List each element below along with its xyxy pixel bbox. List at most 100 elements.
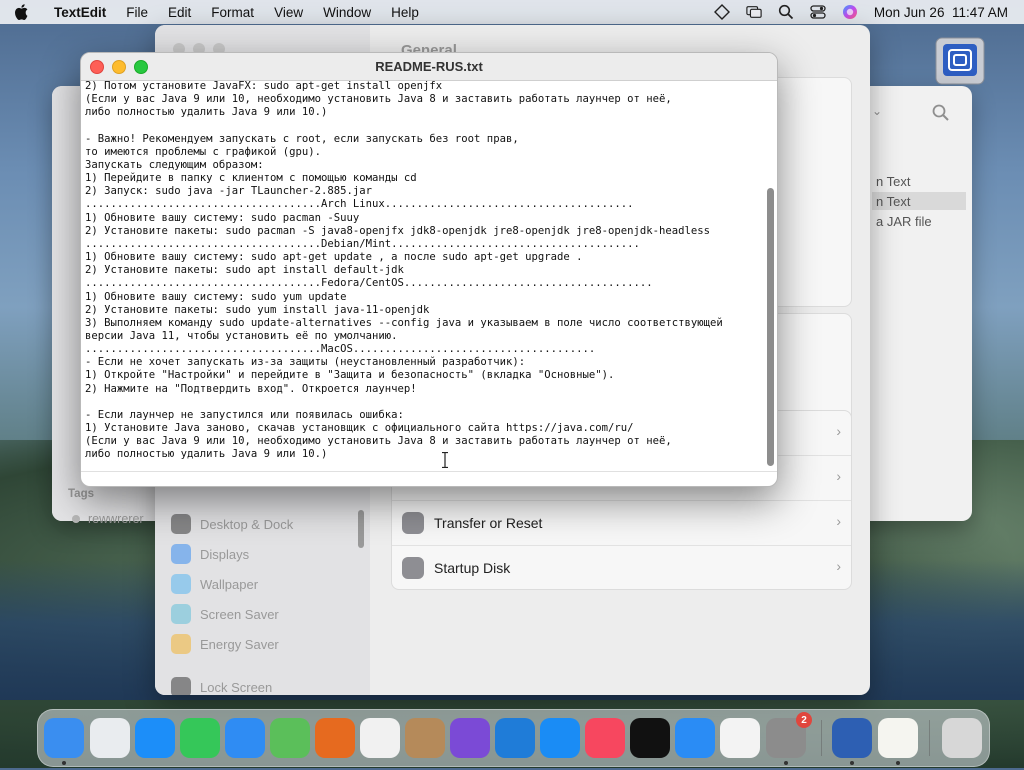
- screen-mirroring-icon[interactable]: [746, 4, 762, 20]
- mail-icon[interactable]: [225, 718, 265, 758]
- news-icon[interactable]: [720, 718, 760, 758]
- dock: 2: [37, 709, 990, 767]
- menubar-clock[interactable]: Mon Jun 26 11:47 AM: [874, 5, 1008, 20]
- settings-row-startup-disk[interactable]: Startup Disk ›: [392, 546, 851, 590]
- sidebar-item-label: Displays: [200, 546, 250, 562]
- sidebar-item-displays[interactable]: Displays: [171, 541, 249, 567]
- finder-tags-label: Tags: [68, 488, 94, 500]
- visual-studio-icon[interactable]: [450, 718, 490, 758]
- document-line[interactable]: 1) Обновите вашу систему: sudo pacman -S…: [85, 212, 359, 224]
- menu-window[interactable]: Window: [313, 5, 381, 20]
- document-line[interactable]: .....................................Fed…: [85, 277, 653, 289]
- finder-search-icon[interactable]: [932, 104, 950, 127]
- system-preferences-icon[interactable]: 2: [766, 712, 812, 758]
- document-line[interactable]: 2) Установите пакеты: sudo apt install d…: [85, 264, 404, 276]
- document-line[interactable]: .....................................Mac…: [85, 343, 595, 355]
- document-line[interactable]: 2) Нажмите на "Подтвердить вход". Открое…: [85, 383, 417, 395]
- chrome-icon[interactable]: [360, 718, 400, 758]
- wallpaper-icon: [171, 574, 191, 594]
- dock-separator: [929, 720, 930, 756]
- vertical-scrollbar[interactable]: [767, 188, 774, 466]
- document-line[interactable]: (Если у вас Java 9 или 10, необходимо ус…: [85, 93, 672, 105]
- document-title: README-RUS.txt: [375, 59, 483, 74]
- trash-icon[interactable]: [942, 718, 982, 758]
- document-line[interactable]: 2) Установите пакеты: sudo yum install j…: [85, 304, 429, 316]
- notification-badge: 2: [796, 712, 812, 728]
- desktop-dock-icon: [171, 514, 191, 534]
- document-line[interactable]: версии Java 11, чтобы установить её по у…: [85, 330, 398, 342]
- document-line[interactable]: - Если не хочет запускать из-за защиты (…: [85, 356, 525, 368]
- disk-utility-icon[interactable]: [832, 718, 872, 758]
- text-document-area[interactable]: 2) Потом установите JavaFX: sudo apt-get…: [85, 80, 763, 472]
- document-line[interactable]: - Важно! Рекомендуем запускать с root, е…: [85, 133, 519, 145]
- sidebar-item-wallpaper[interactable]: Wallpaper: [171, 571, 258, 597]
- document-line[interactable]: 1) Перейдите в папку с клиентом с помощь…: [85, 172, 417, 184]
- document-line[interactable]: .....................................Arc…: [85, 198, 634, 210]
- screen-saver-icon: [171, 604, 191, 624]
- apple-menu[interactable]: [0, 4, 44, 20]
- chevron-right-icon: ›: [836, 423, 841, 439]
- document-line[interactable]: 2) Потом установите JavaFX: sudo apt-get…: [85, 80, 442, 92]
- app-store-icon[interactable]: [540, 718, 580, 758]
- document-line[interactable]: 1) Обновите вашу систему: sudo apt-get u…: [85, 251, 582, 263]
- document-line[interactable]: 1) Обновите вашу систему: sudo yum updat…: [85, 291, 347, 303]
- finder-list-item-selected[interactable]: n Text: [872, 192, 966, 210]
- apple-tv-icon[interactable]: [630, 718, 670, 758]
- apple-icon: [15, 4, 28, 20]
- textedit-titlebar[interactable]: README-RUS.txt: [81, 53, 777, 81]
- sidebar-item-desktop-dock[interactable]: Desktop & Dock: [171, 511, 293, 537]
- document-line[interactable]: (Если у вас Java 9 или 10, необходимо ус…: [85, 435, 672, 447]
- sidebar-item-screen-saver[interactable]: Screen Saver: [171, 601, 279, 627]
- sidebar-scrollbar[interactable]: [358, 510, 364, 548]
- safari-icon[interactable]: [135, 718, 175, 758]
- finder-list-item[interactable]: a JAR file: [872, 212, 966, 230]
- desktop-disk-icon[interactable]: [932, 36, 988, 88]
- finder-tag-item[interactable]: rewwrerer: [72, 512, 144, 526]
- siri-icon[interactable]: [842, 4, 858, 20]
- menu-view[interactable]: View: [264, 5, 313, 20]
- document-line[interactable]: 2) Установите пакеты: sudo pacman -S jav…: [85, 225, 710, 237]
- finder-chevron-down-icon[interactable]: ⌄: [872, 104, 882, 118]
- textedit-icon[interactable]: [878, 718, 918, 758]
- menu-format[interactable]: Format: [201, 5, 264, 20]
- horizontal-divider: [81, 471, 777, 472]
- music-icon[interactable]: [585, 718, 625, 758]
- launchpad-icon[interactable]: [90, 718, 130, 758]
- menu-app-name[interactable]: TextEdit: [44, 5, 116, 20]
- document-line[interactable]: - Если лаунчер не запустился или появила…: [85, 409, 404, 421]
- document-line[interactable]: либо полностью удалить Java 9 или 10.): [85, 106, 327, 118]
- sidebar-item-label: Energy Saver: [200, 636, 279, 652]
- document-line[interactable]: 1) Установите Java заново, скачав устано…: [85, 422, 634, 434]
- document-line[interactable]: Запускать следующим образом:: [85, 159, 264, 171]
- running-indicator: [784, 761, 788, 765]
- document-line[interactable]: 3) Выполняем команду sudo update-alterna…: [85, 317, 723, 329]
- document-text[interactable]: 2) Потом установите JavaFX: sudo apt-get…: [85, 80, 763, 462]
- document-line[interactable]: 2) Запуск: sudo java -jar TLauncher-2.88…: [85, 185, 372, 197]
- menu-edit[interactable]: Edit: [158, 5, 201, 20]
- sidebar-item-energy-saver[interactable]: Energy Saver: [171, 631, 279, 657]
- menu-file[interactable]: File: [116, 5, 158, 20]
- document-line[interactable]: либо полностью удалить Java 9 или 10.): [85, 448, 327, 460]
- document-line[interactable]: .....................................Deb…: [85, 238, 640, 250]
- lock-screen-icon: [171, 677, 191, 695]
- running-indicator: [896, 761, 900, 765]
- firefox-icon[interactable]: [315, 718, 355, 758]
- contacts-icon[interactable]: [405, 718, 445, 758]
- finder-icon[interactable]: [44, 718, 84, 758]
- sidebar-item-lock-screen[interactable]: Lock Screen: [171, 674, 272, 695]
- spotlight-search-icon[interactable]: [778, 4, 794, 20]
- diamond-icon[interactable]: [713, 4, 730, 20]
- menu-help[interactable]: Help: [381, 5, 429, 20]
- settings-row-transfer-reset[interactable]: Transfer or Reset ›: [392, 501, 851, 545]
- keynote-icon[interactable]: [675, 718, 715, 758]
- finder-list-item[interactable]: n Text: [872, 172, 966, 190]
- document-line[interactable]: то имеются проблемы с графикой (gpu).: [85, 146, 321, 158]
- settings-row-label: Transfer or Reset: [434, 515, 543, 531]
- vscode-icon[interactable]: [495, 718, 535, 758]
- document-line[interactable]: 1) Откройте "Настройки" и перейдите в "З…: [85, 369, 614, 381]
- chevron-right-icon: ›: [836, 558, 841, 574]
- control-center-icon[interactable]: [810, 4, 826, 20]
- maps-icon[interactable]: [270, 718, 310, 758]
- messages-icon[interactable]: [180, 718, 220, 758]
- settings-row-label: Startup Disk: [434, 560, 511, 576]
